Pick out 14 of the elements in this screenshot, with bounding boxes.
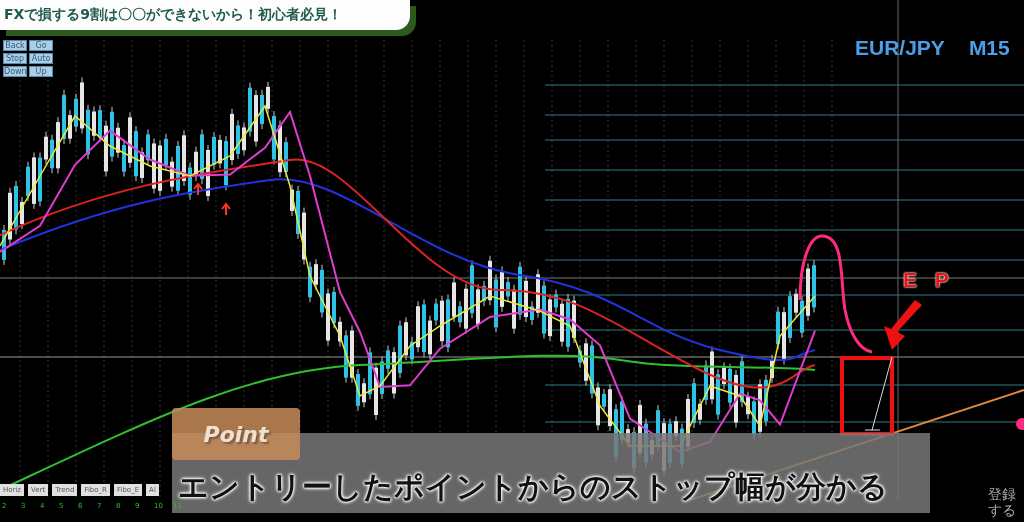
arrow-icon xyxy=(884,300,922,350)
chart-nav-button[interactable]: Stop xyxy=(3,53,27,64)
point-badge: Point xyxy=(172,408,300,460)
register-text: 登録 xyxy=(988,486,1016,502)
chart-nav-button[interactable]: Up xyxy=(29,66,53,77)
chart-nav-button[interactable]: Auto xyxy=(29,53,53,64)
timeframe-label: M15 xyxy=(968,36,1010,60)
symbol-label: EUR/JPY xyxy=(855,36,945,60)
video-title: FXで損する9割は〇〇ができないから！初心者必見！ xyxy=(4,6,343,24)
entry-point-label: E P xyxy=(903,268,955,292)
chart-nav-button[interactable]: Go xyxy=(29,40,53,51)
register-text: する xyxy=(988,502,1016,518)
chart-nav-button[interactable]: Down xyxy=(3,66,27,77)
chart-nav-button[interactable]: Back xyxy=(3,40,27,51)
